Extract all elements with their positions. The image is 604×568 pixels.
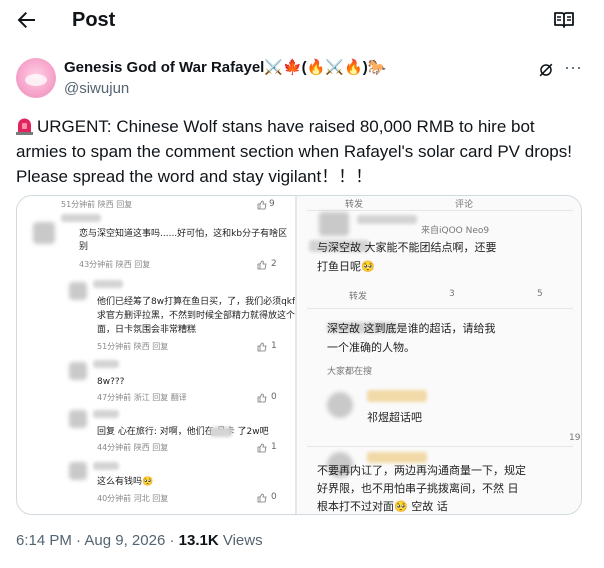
comment-like-count: 1	[271, 341, 277, 351]
post-text: 祁煜超话吧	[367, 411, 422, 424]
blurred-username	[357, 215, 417, 224]
arrow-left-icon[interactable]	[14, 8, 38, 32]
comment-meta: 43分钟前 陕西 回复	[79, 260, 151, 269]
comment-like-count: 2	[271, 259, 277, 269]
post-time[interactable]: 6:14 PM	[16, 532, 72, 549]
comment-meta: 44分钟前 陕西 回复	[97, 443, 169, 452]
blurred-avatar	[69, 282, 87, 300]
comment-meta: 51分钟前 陕西 回复	[97, 342, 169, 351]
screenshot-right: 转发 评论 来自iQOO Neo9 与深空故 大家能不能团结点啊，还要 打鱼日呢…	[297, 196, 581, 514]
blurred-username	[93, 280, 123, 288]
repost-label: 转发	[349, 292, 368, 302]
comment-meta: 47分钟前 浙江 回复 翻译	[97, 393, 187, 402]
top-bar: Post	[0, 0, 604, 40]
post-text-block: URGENT: Chinese Wolf stans have raised 8…	[16, 114, 586, 189]
comment-meta: 51分钟前 陕西 回复	[61, 200, 133, 209]
post-source: 来自iQOO Neo9	[421, 226, 490, 236]
comment-text: 面，日卡氛围会非常糟糕	[97, 325, 197, 335]
siren-icon	[16, 118, 33, 135]
blurred-username	[61, 214, 101, 222]
post-text: 与深空故 大家能不能团结点啊，还要	[317, 241, 497, 254]
comment-count: 3	[449, 289, 455, 299]
separator	[307, 446, 573, 447]
comment-text: 他们已经筹了8w打算在鱼日买，了，我们必须qkf要	[97, 297, 295, 307]
post-date[interactable]: Aug 9, 2026	[84, 532, 165, 549]
thumbs-up-icon	[257, 393, 267, 403]
blurred-username	[367, 390, 427, 402]
screenshot-left: 51分钟前 陕西 回复 9 恋与深空知道这事吗......好可怕，这和kb分子有…	[17, 196, 295, 514]
thumbs-up-icon	[257, 342, 267, 352]
blurred-avatar	[69, 410, 87, 428]
thumbs-up-icon	[257, 200, 267, 210]
comment-like-count: 0	[271, 492, 277, 502]
book-open-icon[interactable]	[552, 8, 576, 32]
views-label: Views	[222, 532, 263, 549]
blurred-username	[93, 410, 119, 418]
post-text: 打鱼日呢🥺	[317, 260, 375, 273]
comment-text: 求官方删评拉黑，不然到时候全部精力就得放这个上	[97, 311, 295, 321]
dot-separator: ·	[169, 532, 175, 549]
thumbs-up-icon	[257, 493, 267, 503]
blurred-avatar	[69, 462, 87, 480]
repost-label: 转发	[345, 200, 364, 210]
grok-icon[interactable]	[536, 60, 556, 80]
post-text: 根本打不过对面🥺 空故 话	[317, 500, 448, 513]
blurred-text	[210, 427, 232, 437]
comment-text: 恋与深空知道这事吗......好可怕，这和kb分子有啥区	[79, 229, 288, 239]
comment-text: 8w???	[97, 377, 125, 387]
like-count: 19	[569, 433, 581, 443]
blurred-avatar	[319, 212, 349, 236]
like-count: 5	[537, 289, 543, 299]
blurred-username	[93, 360, 119, 368]
post-text: 深空故 这到底是谁的超话，请给我	[327, 322, 496, 335]
post-media-image[interactable]: 51分钟前 陕西 回复 9 恋与深空知道这事吗......好可怕，这和kb分子有…	[16, 195, 582, 515]
comment-label: 评论	[455, 200, 474, 210]
comment-like-count: 9	[269, 199, 275, 209]
blurred-username	[93, 462, 119, 470]
avatar[interactable]	[16, 58, 56, 98]
thumbs-up-icon	[257, 443, 267, 453]
thumbs-up-icon	[257, 260, 267, 270]
comment-like-count: 1	[271, 442, 277, 452]
comment-text: 回复 心在旅行: 对啊，他们在 月卡 了2w吧	[97, 427, 269, 437]
views-count: 13.1K	[178, 532, 219, 549]
post-text: 一个准确的人物。	[327, 341, 415, 354]
author-handle[interactable]: @siwujun	[64, 79, 129, 99]
dot-separator: ·	[76, 532, 82, 549]
comment-text: 这么有钱吗🥺	[97, 477, 154, 487]
search-suggestion-header: 大家都在搜	[327, 367, 373, 377]
comment-meta: 40分钟前 河北 回复	[97, 494, 169, 503]
blurred-avatar	[327, 392, 353, 418]
blurred-avatar	[69, 362, 87, 380]
blurred-avatar	[33, 222, 55, 244]
post-text: URGENT: Chinese Wolf stans have raised 8…	[16, 117, 572, 186]
post-timestamp-row: 6:14 PM · Aug 9, 2026 · 13.1K Views	[16, 531, 263, 551]
author-display-name[interactable]: Genesis God of War Rafayel⚔️🍁(🔥⚔️🔥)🐎	[64, 58, 386, 78]
separator	[307, 210, 573, 211]
post-text: 好界限，也不用怕串子挑拨离间，不然 日	[317, 482, 519, 495]
post-text: 不要再内讧了，两边再沟通商量一下，规定	[317, 464, 526, 477]
more-options-icon[interactable]: ···	[562, 58, 584, 80]
page-title: Post	[72, 9, 116, 31]
separator	[307, 308, 573, 309]
comment-like-count: 0	[271, 392, 277, 402]
comment-text: 别	[79, 242, 89, 252]
